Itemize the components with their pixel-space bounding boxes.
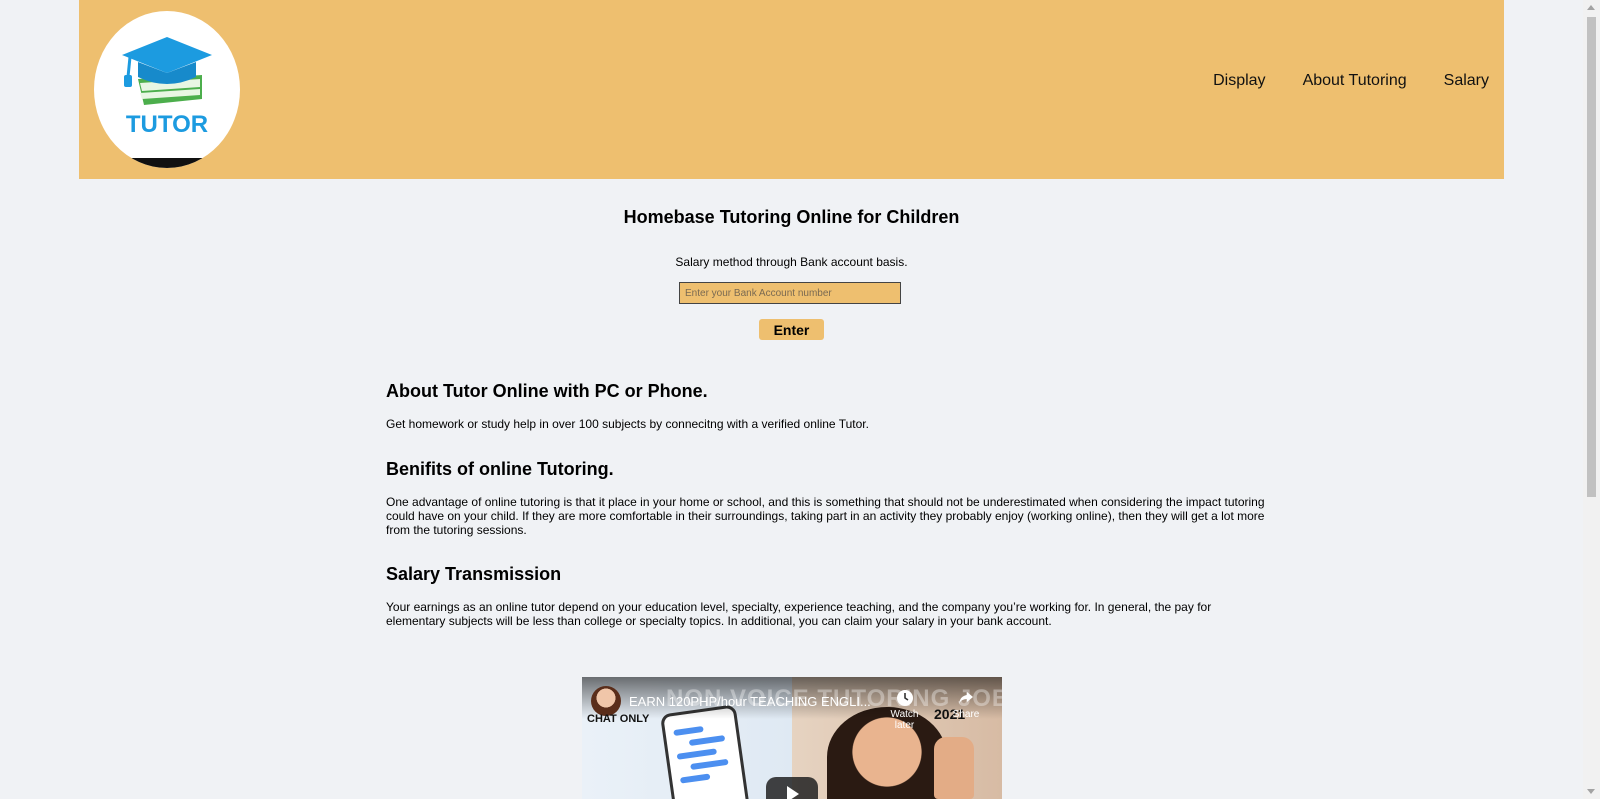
video-title[interactable]: EARN 120PHP/hour TEACHING ENGLI...	[629, 694, 871, 709]
thumbs-up-image	[934, 737, 974, 799]
enter-button[interactable]: Enter	[759, 319, 824, 340]
bank-account-input[interactable]	[679, 282, 901, 304]
video-embed[interactable]: NON VOICE TUTORING JOBS EARN 120PHP/hour…	[582, 677, 1002, 799]
scrollbar-thumb[interactable]	[1587, 17, 1596, 497]
section-body: Your earnings as an online tutor depend …	[386, 600, 1212, 628]
page-title: Homebase Tutoring Online for Children	[623, 207, 960, 227]
section-body: Get homework or study help in over 100 s…	[386, 417, 869, 431]
site-header: TUTOR Display About Tutoring Salary	[79, 0, 1504, 179]
tutor-logo[interactable]: TUTOR	[94, 11, 240, 168]
chat-only-label: CHAT ONLY	[587, 713, 650, 725]
nav-about-tutoring[interactable]: About Tutoring	[1303, 72, 1407, 90]
section-benefits: Benifits of online Tutoring. One advanta…	[386, 459, 1266, 537]
scroll-up-arrow-icon[interactable]	[1587, 5, 1595, 10]
section-heading: Salary Transmission	[386, 564, 562, 584]
section-body: One advantage of online tutoring is that…	[386, 495, 1265, 537]
share-icon	[959, 692, 973, 704]
section-heading: Benifits of online Tutoring.	[386, 459, 614, 479]
logo-bottom-band	[94, 158, 240, 168]
scroll-down-arrow-icon[interactable]	[1587, 789, 1595, 794]
section-salary: Salary Transmission Your earnings as an …	[386, 564, 1266, 628]
watch-later-label: Watch later	[890, 709, 919, 731]
play-button-icon[interactable]	[766, 777, 818, 799]
main-nav: Display About Tutoring Salary	[1213, 72, 1489, 90]
page-scrollbar[interactable]	[1583, 0, 1600, 799]
section-heading: About Tutor Online with PC or Phone.	[386, 381, 708, 401]
share-button[interactable]: Share	[946, 689, 986, 720]
logo-text: TUTOR	[125, 111, 209, 138]
clock-icon	[896, 690, 913, 706]
nav-display[interactable]: Display	[1213, 72, 1265, 90]
salary-method-text: Salary method through Bank account basis…	[675, 255, 908, 269]
share-label: Share	[952, 709, 980, 720]
nav-salary[interactable]: Salary	[1444, 72, 1489, 90]
graduation-cap-icon	[122, 37, 212, 105]
section-about: About Tutor Online with PC or Phone. Get…	[386, 381, 1266, 431]
channel-avatar[interactable]	[591, 686, 621, 716]
watch-later-button[interactable]: Watch later	[882, 689, 927, 731]
